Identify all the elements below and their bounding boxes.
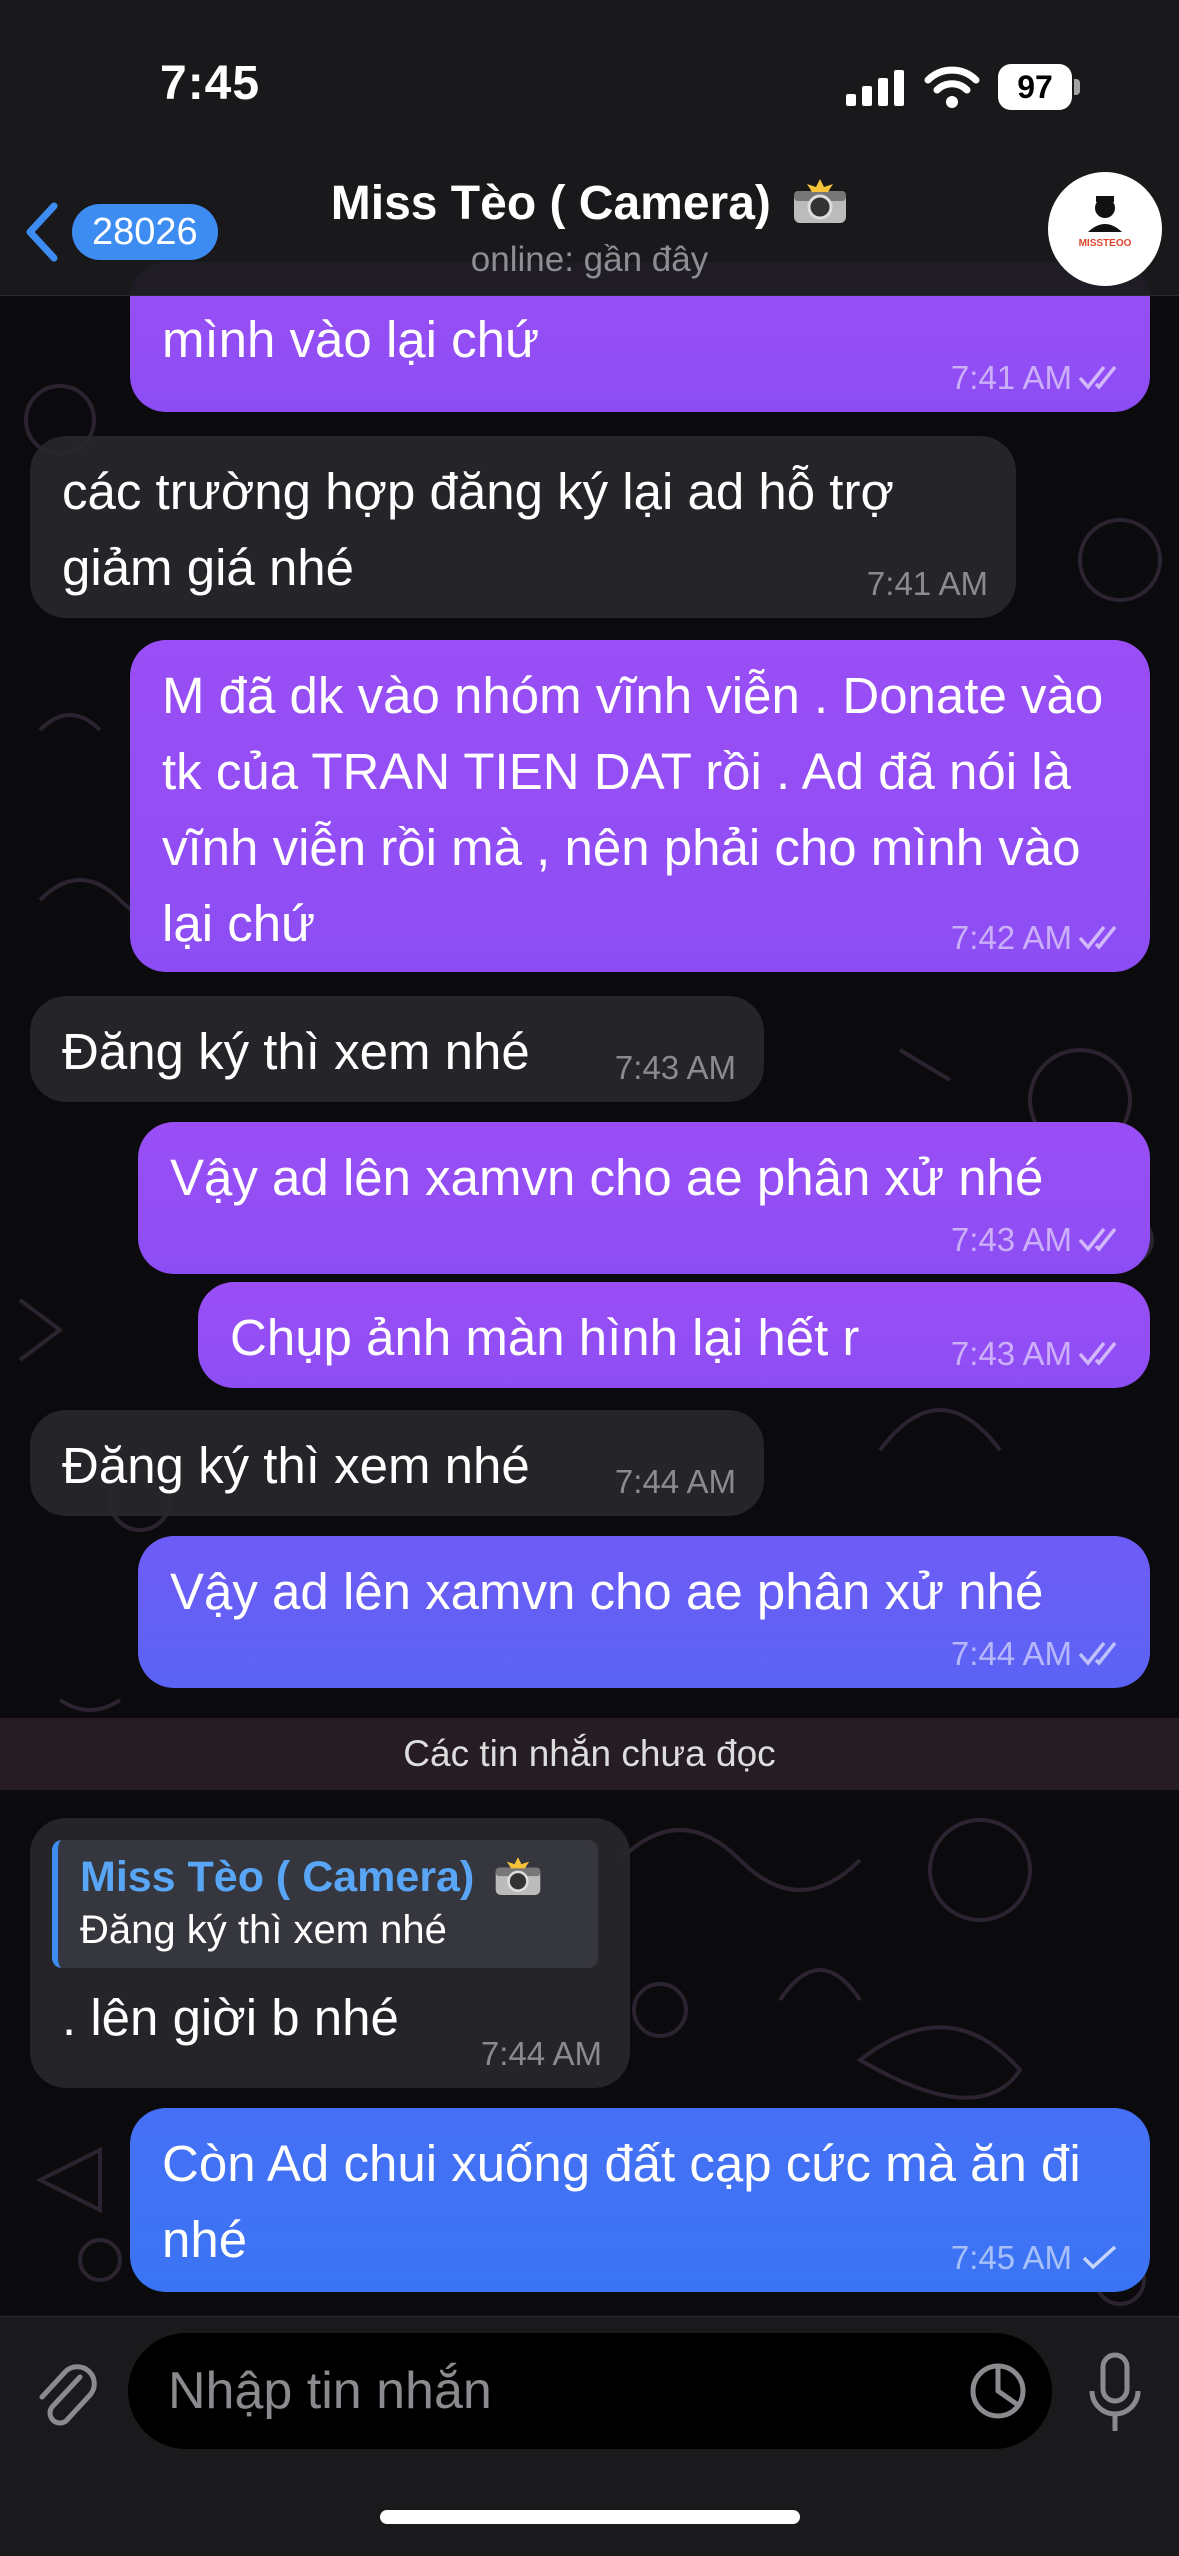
message-text: Đăng ký thì xem nhé: [62, 1437, 530, 1494]
chat-header: 7:45 97 28026 Miss Tèo ( Camera) online:…: [0, 0, 1179, 296]
paperclip-icon[interactable]: [30, 2355, 100, 2429]
chat-title[interactable]: Miss Tèo ( Camera): [0, 176, 1179, 231]
chat-title-text: Miss Tèo ( Camera): [330, 177, 771, 230]
message-meta: 7:44 AM: [481, 2034, 602, 2074]
avatar-brand-text: MISSTEOO: [1078, 238, 1132, 249]
message-bubble[interactable]: Đăng ký thì xem nhé 7:44 AM: [30, 1410, 764, 1516]
message-time: 7:44 AM: [614, 1463, 736, 1500]
message-time: 7:44 AM: [950, 1635, 1072, 1672]
message-time: 7:43 AM: [950, 1335, 1072, 1372]
message-text: Vậy ad lên xamvn cho ae phân xử nhé: [170, 1149, 1044, 1206]
double-check-icon: [1078, 925, 1117, 950]
reply-quote-text: Đăng ký thì xem nhé: [80, 1908, 447, 1952]
message-time: 7:41 AM: [866, 565, 988, 602]
message-meta: 7:43 AM: [951, 1220, 1122, 1260]
chat-online-status: online: gần đây: [470, 240, 709, 279]
message-bubble[interactable]: Chụp ảnh màn hình lại hết r 7:43 AM: [198, 1282, 1150, 1388]
message-bubble[interactable]: Còn Ad chui xuống đất cạp cức mà ăn đi n…: [130, 2108, 1150, 2292]
unread-messages-divider: Các tin nhắn chưa đọc: [0, 1718, 1179, 1790]
message-bubble[interactable]: Vậy ad lên xamvn cho ae phân xử nhé 7:44…: [138, 1536, 1150, 1688]
message-time: 7:45 AM: [950, 2239, 1072, 2276]
message-meta: 7:42 AM: [951, 918, 1122, 958]
message-meta: 7:43 AM: [951, 1334, 1122, 1374]
double-check-icon: [1078, 1227, 1117, 1252]
message-text: Vậy ad lên xamvn cho ae phân xử nhé: [170, 1563, 1044, 1620]
camera-flash-icon: [495, 1857, 541, 1895]
message-time: 7:44 AM: [480, 2035, 602, 2072]
status-time: 7:45: [160, 57, 261, 110]
battery-cap: [1074, 79, 1080, 95]
message-time: 7:43 AM: [614, 1049, 736, 1086]
message-meta: 7:43 AM: [615, 1048, 736, 1088]
message-meta: 7:45 AM: [951, 2238, 1122, 2278]
cellular-signal-icon: [846, 70, 904, 106]
microphone-icon[interactable]: [1084, 2351, 1146, 2435]
double-check-icon: [1078, 365, 1117, 390]
reply-author: Miss Tèo ( Camera): [80, 1850, 580, 1904]
message-bubble[interactable]: M đã dk vào nhóm vĩnh viễn . Donate vào …: [130, 640, 1150, 972]
double-check-icon: [1078, 1641, 1117, 1666]
double-check-icon: [1078, 1341, 1117, 1366]
message-time: 7:41 AM: [950, 359, 1072, 396]
message-bubble[interactable]: các trường hợp đăng ký lại ad hỗ trợ giả…: [30, 436, 1016, 618]
reply-quote[interactable]: Miss Tèo ( Camera) Đăng ký thì xem nhé: [52, 1840, 598, 1968]
battery-level: 97: [998, 64, 1072, 110]
message-meta: 7:41 AM: [867, 564, 988, 604]
message-meta: 7:44 AM: [951, 1634, 1122, 1674]
message-time: 7:43 AM: [950, 1221, 1072, 1258]
message-text: Chụp ảnh màn hình lại hết r: [230, 1309, 860, 1366]
message-text: các trường hợp đăng ký lại ad hỗ trợ giả…: [62, 463, 894, 596]
message-input[interactable]: [128, 2333, 1052, 2449]
home-indicator[interactable]: [380, 2510, 800, 2524]
message-text: M đã dk vào nhóm vĩnh viễn . Donate vào …: [162, 667, 1104, 952]
message-bubble[interactable]: Đăng ký thì xem nhé 7:43 AM: [30, 996, 764, 1102]
message-meta: 7:44 AM: [615, 1462, 736, 1502]
sticker-icon[interactable]: [968, 2361, 1028, 2421]
check-icon: [1082, 2245, 1117, 2270]
wifi-icon: [924, 66, 980, 108]
message-meta: 7:41 AM: [951, 358, 1122, 398]
message-bubble[interactable]: Vậy ad lên xamvn cho ae phân xử nhé 7:43…: [138, 1122, 1150, 1274]
reply-author-text: Miss Tèo ( Camera): [80, 1853, 475, 1901]
avatar[interactable]: MISSTEOO: [1048, 172, 1162, 286]
battery-indicator: 97: [998, 64, 1080, 110]
camera-flash-icon: [794, 179, 847, 223]
message-bubble[interactable]: Miss Tèo ( Camera) Đăng ký thì xem nhé .…: [30, 1818, 630, 2088]
avatar-logo-icon: [1088, 196, 1122, 232]
message-text: Đăng ký thì xem nhé: [62, 1023, 530, 1080]
message-time: 7:42 AM: [950, 919, 1072, 956]
